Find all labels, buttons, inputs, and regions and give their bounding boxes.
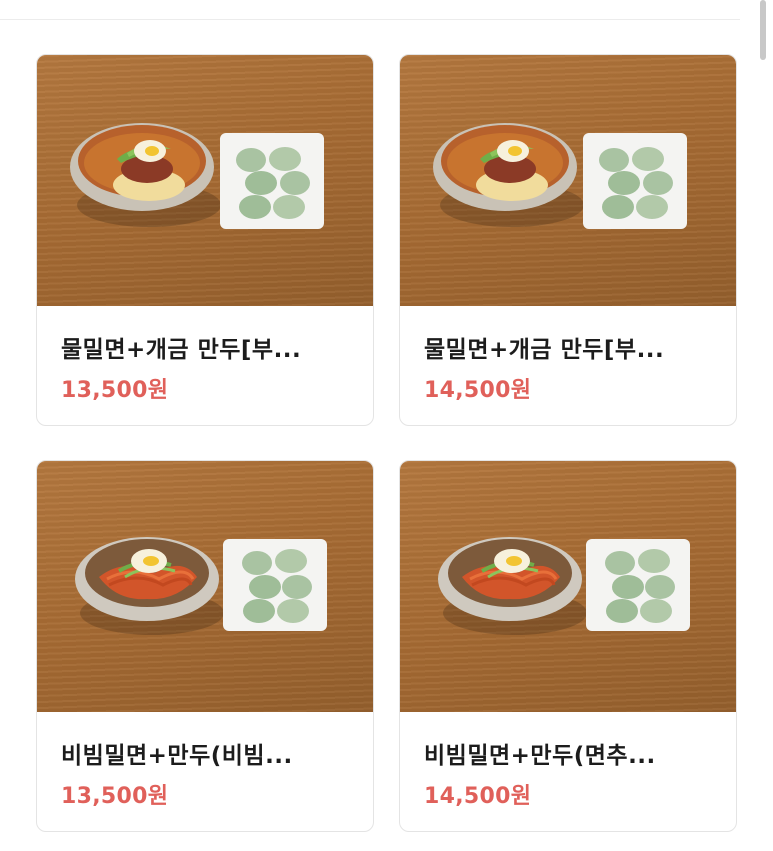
product-card[interactable]: 비빔밀면+만두(비빔... 13,500원	[36, 460, 374, 832]
product-card[interactable]: 비빔밀면+만두(면추... 14,500원	[399, 460, 737, 832]
product-price: 14,500원	[424, 378, 532, 403]
product-card[interactable]: 물밀면+개금 만두[부... 14,500원	[399, 54, 737, 426]
product-title: 비빔밀면+만두(비빔...	[61, 743, 293, 769]
product-title: 물밀면+개금 만두[부...	[424, 337, 665, 363]
bibim-milmyeon-dumpling-photo	[37, 461, 373, 712]
product-price: 13,500원	[61, 784, 169, 809]
product-title: 물밀면+개금 만두[부...	[61, 337, 302, 363]
mul-milmyeon-dumpling-photo	[37, 55, 373, 306]
product-title: 비빔밀면+만두(면추...	[424, 743, 656, 769]
mul-milmyeon-dumpling-photo	[400, 55, 736, 306]
product-grid: 물밀면+개금 만두[부... 13,500원 물밀면+개금 만두[부... 14…	[36, 54, 737, 832]
bibim-milmyeon-dumpling-photo	[400, 461, 736, 712]
product-price: 14,500원	[424, 784, 532, 809]
product-card[interactable]: 물밀면+개금 만두[부... 13,500원	[36, 54, 374, 426]
product-price: 13,500원	[61, 378, 169, 403]
scrollbar-thumb[interactable]	[760, 0, 766, 60]
top-divider	[0, 19, 740, 20]
